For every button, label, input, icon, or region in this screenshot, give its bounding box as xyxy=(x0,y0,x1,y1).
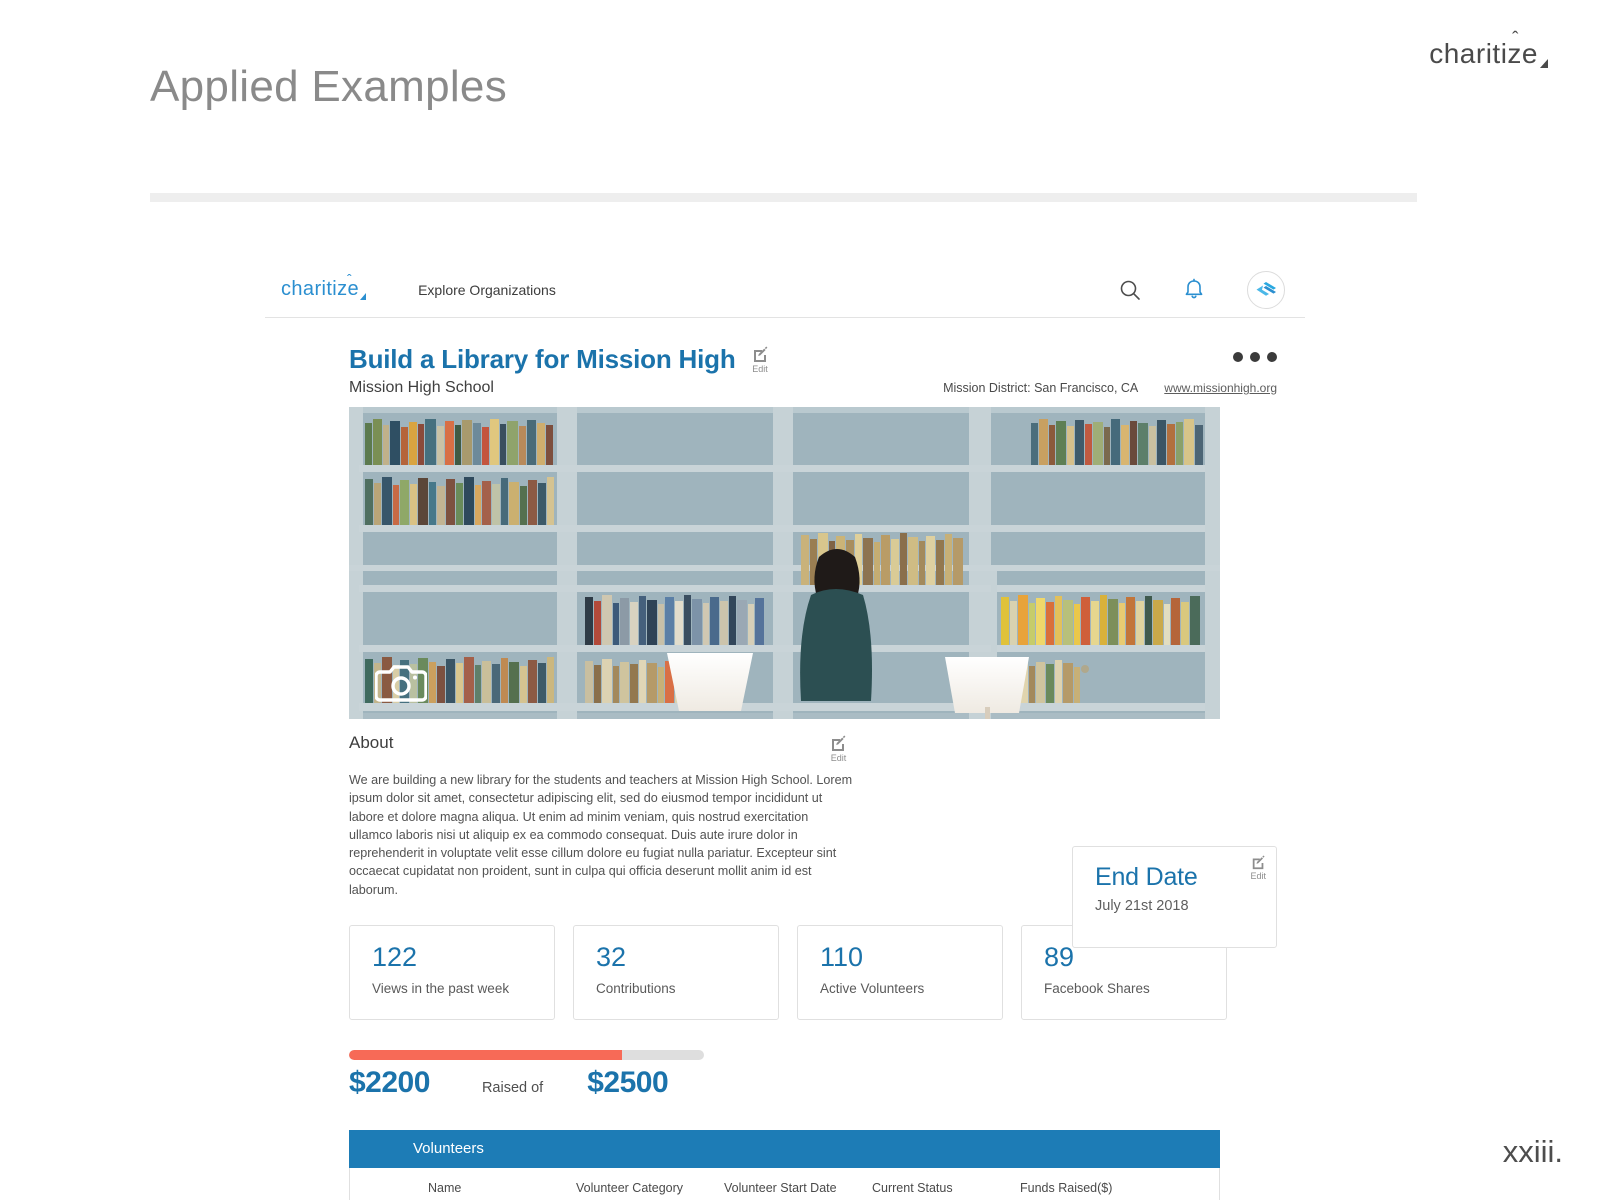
charitize-logo-top: charitize ˆ xyxy=(1429,29,1548,70)
edit-about-button[interactable]: Edit xyxy=(830,735,847,763)
nav-logo-text: charitize ˆ xyxy=(281,271,360,300)
nav-link-explore-organizations[interactable]: Explore Organizations xyxy=(418,282,556,298)
stat-value: 110 xyxy=(820,941,864,972)
edit-label: Edit xyxy=(830,753,847,763)
app-window: charitize ˆ Explore Organizations Build … xyxy=(265,262,1305,1200)
avatar-layers-icon xyxy=(1256,281,1276,296)
edit-title-button[interactable]: Edit xyxy=(752,346,769,374)
volunteers-table-columns: Name Volunteer Category Volunteer Start … xyxy=(349,1167,1220,1200)
stat-card-views[interactable]: 122 Views in the past week xyxy=(349,924,555,1020)
about-heading: About xyxy=(349,733,394,752)
camera-icon[interactable] xyxy=(374,662,428,709)
nav-logo-triangle-icon xyxy=(360,293,367,300)
column-header-category: Volunteer Category xyxy=(576,1180,684,1195)
circumflex-accent-icon: ˆ xyxy=(347,271,353,287)
library-photo xyxy=(349,407,1220,719)
amount-raised: $2200 xyxy=(349,1065,430,1099)
fundraising-progress: $2200 Raised of $2500 xyxy=(349,1049,704,1100)
end-date-value: July 21st 2018 xyxy=(1095,898,1189,914)
circumflex-accent-icon: ˆ xyxy=(1512,29,1519,50)
end-date-title: End Date xyxy=(1095,863,1198,891)
nav-logo[interactable]: charitize ˆ xyxy=(281,271,367,301)
website-link[interactable]: www.missionhigh.org xyxy=(1164,381,1277,395)
bell-icon[interactable] xyxy=(1183,278,1205,302)
column-header-start-date: Volunteer Start Date xyxy=(724,1180,837,1195)
campaign-meta: Mission District: San Francisco, CA www.… xyxy=(943,381,1277,395)
stat-label: Active Volunteers xyxy=(820,980,925,996)
edit-label: Edit xyxy=(752,364,768,374)
about-body: We are building a new library for the st… xyxy=(349,773,853,897)
stat-value: 32 xyxy=(596,941,627,972)
end-date-card: Edit End Date July 21st 2018 xyxy=(1072,846,1277,948)
campaign-title-row: Build a Library for Mission High Edit xyxy=(349,344,1277,375)
campaign-content: Build a Library for Mission High Edit Mi… xyxy=(265,318,1305,1200)
fundraising-amounts: $2200 Raised of $2500 xyxy=(349,1066,704,1100)
stat-label: Views in the past week xyxy=(372,980,510,996)
about-header: About Edit xyxy=(349,733,849,763)
edit-label: Edit xyxy=(1250,871,1266,881)
stat-value: 122 xyxy=(372,941,418,972)
campaign-subrow: Mission High School Mission District: Sa… xyxy=(349,379,1277,397)
more-options-icon[interactable] xyxy=(1233,352,1277,362)
location-value: San Francisco, CA xyxy=(1034,381,1139,395)
volunteers-table-header: Volunteers xyxy=(349,1129,1220,1168)
brand-triangle-icon xyxy=(1540,59,1548,68)
search-icon[interactable] xyxy=(1119,279,1141,301)
navbar: charitize ˆ Explore Organizations xyxy=(265,262,1305,318)
edit-pencil-icon xyxy=(1252,855,1265,870)
avatar[interactable] xyxy=(1247,270,1285,309)
slide: Applied Examples charitize ˆ xxiii. chari… xyxy=(0,0,1600,1200)
edit-pencil-icon xyxy=(753,346,767,362)
volunteers-table: Volunteers Name Volunteer Category Volun… xyxy=(349,1129,1220,1200)
stat-label: Contributions xyxy=(596,980,676,996)
district-label: Mission District: xyxy=(943,381,1031,395)
edit-end-date-button[interactable]: Edit xyxy=(1250,855,1266,881)
brand-wordmark: charitize ˆ xyxy=(1429,29,1538,69)
header-divider xyxy=(150,193,1417,202)
nav-actions xyxy=(1119,270,1303,309)
organization-name: Mission High School xyxy=(349,379,494,396)
edit-pencil-icon xyxy=(832,735,846,751)
column-header-name: Name xyxy=(428,1180,462,1195)
raised-of-label: Raised of xyxy=(481,1079,544,1096)
about-left: About Edit We are building a new library… xyxy=(349,733,852,899)
progress-bar-fill xyxy=(349,1049,623,1060)
amount-goal: $2500 xyxy=(587,1065,669,1099)
campaign-hero-image[interactable] xyxy=(349,407,1220,719)
page-number: xxiii. xyxy=(1502,1134,1563,1169)
progress-bar-track xyxy=(349,1049,704,1060)
stat-card-contributions[interactable]: 32 Contributions xyxy=(573,924,779,1020)
stat-label: Facebook Shares xyxy=(1044,980,1150,996)
campaign-title: Build a Library for Mission High xyxy=(349,344,736,374)
column-header-status: Current Status xyxy=(872,1180,953,1195)
page-title: Applied Examples xyxy=(150,62,507,111)
stat-card-active-volunteers[interactable]: 110 Active Volunteers xyxy=(797,924,1003,1020)
district-location: Mission District: San Francisco, CA xyxy=(943,381,1138,395)
column-header-funds-raised: Funds Raised($) xyxy=(1020,1180,1113,1195)
